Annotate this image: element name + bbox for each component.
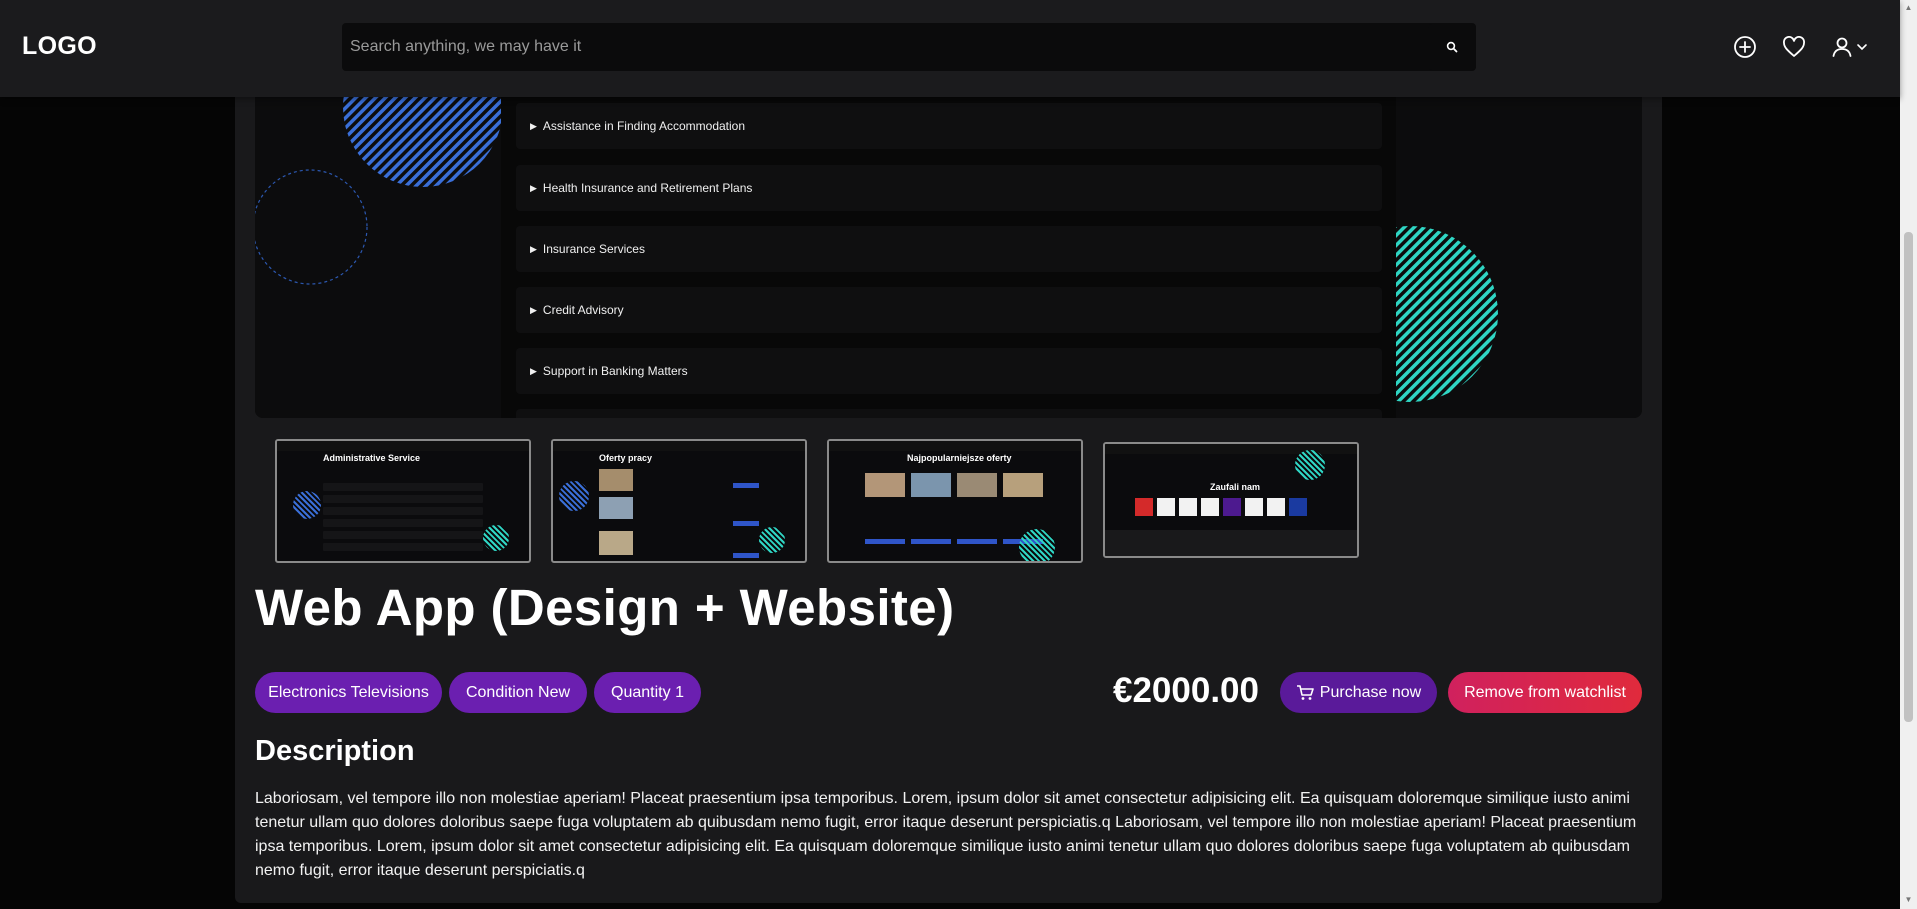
thumbnail-2[interactable]: Oferty pracy [551, 439, 807, 563]
mini-footer [1105, 530, 1357, 556]
mini-button [733, 553, 759, 558]
mini-button [957, 539, 997, 544]
description-heading: Description [255, 735, 415, 767]
search-button[interactable] [1428, 24, 1476, 70]
mini-logo [1201, 498, 1219, 516]
search-box [342, 23, 1476, 71]
mini-logo [1157, 498, 1175, 516]
decorative-circle [559, 481, 589, 511]
mini-logo [1135, 498, 1153, 516]
search-icon [1446, 41, 1458, 53]
triangle-right-icon: ▶ [530, 182, 537, 193]
remove-from-watchlist-button[interactable]: Remove from watchlist [1448, 672, 1642, 713]
add-listing-button[interactable] [1731, 33, 1759, 61]
thumbnail-title: Oferty pracy [599, 453, 653, 463]
thumbnail-title: Zaufali nam [1210, 482, 1261, 492]
chevron-down-icon [1857, 44, 1867, 51]
mini-row [323, 507, 483, 515]
mini-image [911, 473, 951, 497]
mini-image [957, 473, 997, 497]
decorative-circle [759, 527, 785, 553]
tag-quantity[interactable]: Quantity 1 [594, 672, 701, 713]
mini-button [911, 539, 951, 544]
accordion-item[interactable]: ▶ Assistance in Finding Accommodation [516, 103, 1382, 149]
thumbnail-4[interactable]: Zaufali nam [1103, 442, 1359, 558]
search-input[interactable] [342, 23, 1476, 71]
decorative-circle [1295, 450, 1325, 480]
tag-condition[interactable]: Condition New [449, 672, 587, 713]
mini-row [323, 519, 483, 527]
description-text: Laboriosam, vel tempore illo non molesti… [255, 790, 1637, 879]
mini-button [733, 521, 759, 526]
mini-logo [1223, 498, 1241, 516]
cart-icon [1296, 684, 1314, 700]
accordion-item[interactable]: ▶ Credit Advisory [516, 287, 1382, 333]
triangle-right-icon: ▶ [530, 304, 537, 315]
mini-logo [1245, 498, 1263, 516]
mini-image [599, 497, 633, 519]
thumbnail-3[interactable]: Najpopularniejsze oferty [827, 439, 1083, 563]
mini-logo [1267, 498, 1285, 516]
mini-image [599, 531, 633, 555]
mini-row [323, 495, 483, 503]
scroll-up-arrow-icon[interactable]: ▲ [1904, 4, 1913, 12]
mini-logo [1179, 498, 1197, 516]
mini-image [1003, 473, 1043, 497]
mini-button [733, 483, 759, 488]
mini-nav [277, 441, 529, 451]
decorative-circle [293, 491, 321, 519]
purchase-button-label: Purchase now [1319, 683, 1422, 701]
triangle-right-icon: ▶ [530, 243, 537, 254]
heart-icon [1783, 36, 1805, 57]
accordion-item[interactable]: ▶ Insurance Services [516, 226, 1382, 272]
purchase-button[interactable]: Purchase now [1280, 672, 1437, 713]
scrollbar-thumb[interactable] [1904, 232, 1913, 722]
triangle-right-icon: ▶ [530, 120, 537, 131]
user-menu-button[interactable] [1828, 33, 1870, 61]
mini-nav [553, 441, 805, 451]
triangle-right-icon: ▶ [530, 365, 537, 376]
page-scrollbar[interactable]: ▲ ▼ [1900, 0, 1917, 909]
mini-button [865, 539, 905, 544]
scroll-down-arrow-icon[interactable]: ▼ [1904, 896, 1913, 904]
decorative-circle [1019, 529, 1055, 561]
thumbnail-title: Najpopularniejsze oferty [907, 453, 1012, 463]
user-icon [1832, 37, 1852, 57]
mini-image [865, 473, 905, 497]
product-title: Web App (Design + Website) [255, 579, 955, 636]
mini-logo [1289, 498, 1307, 516]
mini-row [323, 543, 483, 551]
accordion-item-partial [516, 409, 1382, 418]
top-navbar: LOGO [0, 0, 1900, 97]
mini-row [323, 483, 483, 491]
plus-circle-icon [1734, 36, 1756, 58]
accordion-item[interactable]: ▶ Health Insurance and Retirement Plans [516, 165, 1382, 211]
watchlist-button[interactable] [1780, 33, 1808, 61]
thumbnail-1[interactable]: Administrative Service [275, 439, 531, 563]
product-price: €2000.00 [1113, 671, 1259, 710]
mini-row [323, 531, 483, 539]
tag-category[interactable]: Electronics Televisions [255, 672, 442, 713]
accordion-item[interactable]: ▶ Support in Banking Matters [516, 348, 1382, 394]
site-logo[interactable]: LOGO [22, 32, 97, 61]
mini-nav [829, 441, 1081, 451]
thumbnail-title: Administrative Service [323, 453, 421, 463]
mini-image [599, 469, 633, 491]
decorative-circle [483, 525, 509, 551]
